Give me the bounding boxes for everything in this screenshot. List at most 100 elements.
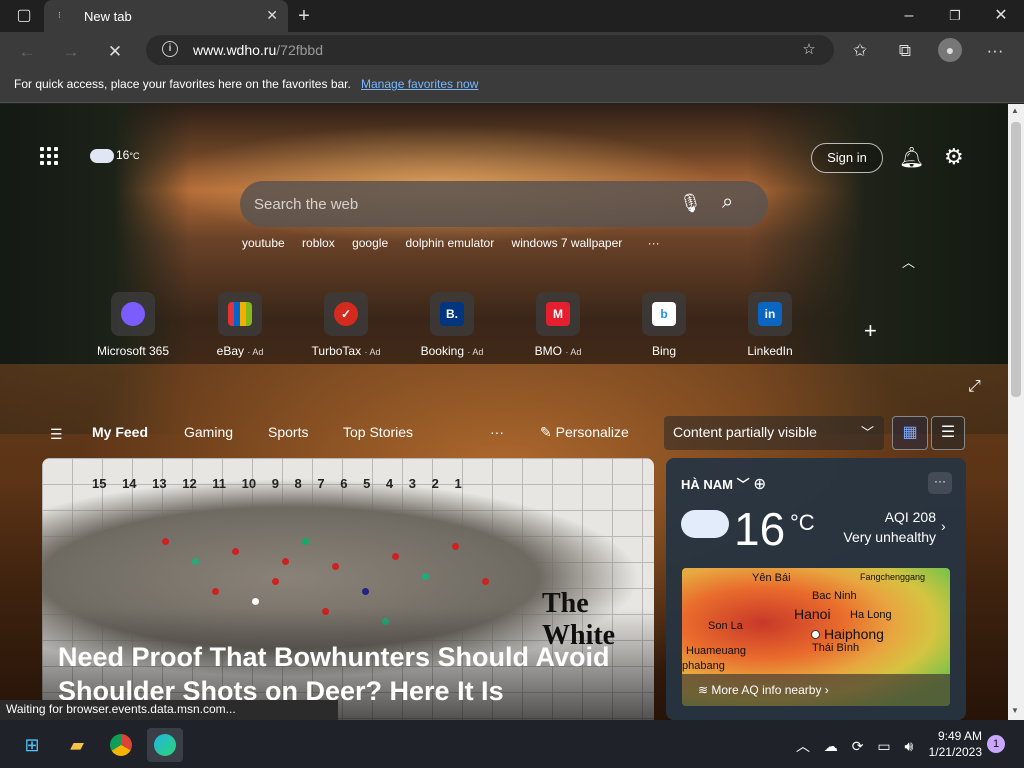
manage-favorites-link[interactable]: Manage favorites now <box>361 77 478 91</box>
forward-icon[interactable]: → <box>60 42 82 62</box>
file-explorer-icon[interactable]: ▰ <box>59 728 95 762</box>
new-tab-page: 16°C Sign in 🔔︎ ⚙ 🎙︎ ⌕ youtube roblox go… <box>0 104 1008 720</box>
minimize-icon[interactable]: – <box>897 6 921 26</box>
personalize-button[interactable]: ✎ Personalize <box>540 424 629 441</box>
aqi-value[interactable]: AQI 208 <box>856 509 936 525</box>
favorites-bar: For quick access, place your favorites h… <box>0 70 1024 103</box>
article-card[interactable]: 15 14 13 12 11 10 9 8 7 6 5 4 3 2 1 The … <box>42 458 654 720</box>
stop-loading-icon[interactable]: ✕ <box>104 42 126 62</box>
url-host: www.wdho.ru <box>193 42 277 58</box>
map-label: Thái Bình <box>812 642 860 654</box>
collections-icon[interactable]: ⧉ <box>894 41 916 61</box>
suggestion-link[interactable]: dolphin emulator <box>405 236 494 250</box>
suggestion-link[interactable]: windows 7 wallpaper <box>512 236 623 250</box>
tab-actions-icon[interactable]: ▢ <box>12 6 36 26</box>
chrome-icon[interactable] <box>103 728 139 762</box>
location-label: HÀ NAM <box>681 477 733 492</box>
tab-new-tab[interactable]: ⁝ New tab ✕ <box>44 0 288 32</box>
weather-more-icon[interactable]: ··· <box>928 472 952 494</box>
content-visibility-dropdown[interactable]: Content partially visible ﹀ <box>664 416 884 450</box>
ad-badge: · Ad <box>247 347 264 357</box>
collapse-caret-icon[interactable]: ︿ <box>902 252 915 271</box>
map-label: Hanoi <box>794 606 831 622</box>
quick-link-bing[interactable]: b Bing <box>614 292 714 358</box>
quick-link-bmo[interactable]: M BMO · Ad <box>508 292 608 358</box>
quick-link-microsoft-365[interactable]: Microsoft 365 <box>83 292 183 358</box>
quick-link-label: BMO <box>534 344 562 358</box>
search-box[interactable]: 🎙︎ ⌕ <box>240 181 768 227</box>
show-hidden-icons[interactable]: ︿ <box>796 738 810 754</box>
map-label: Fangchenggang <box>860 572 926 582</box>
site-info-icon[interactable]: i <box>162 41 178 57</box>
close-window-icon[interactable]: ✕ <box>989 6 1013 26</box>
url-path: /72fbbd <box>276 42 323 58</box>
tab-close-icon[interactable]: ✕ <box>266 7 278 24</box>
notification-badge[interactable]: 1 <box>987 735 1005 753</box>
map-label: phabang <box>682 660 725 672</box>
scroll-up-icon[interactable]: ▲ <box>1011 106 1019 115</box>
back-icon[interactable]: ← <box>16 42 38 62</box>
list-layout-icon[interactable]: ☰ <box>931 416 965 450</box>
onedrive-cloud-icon[interactable]: ☁ <box>824 738 838 754</box>
add-site-icon[interactable]: + <box>864 318 877 344</box>
ad-badge: · Ad <box>467 347 484 357</box>
edge-icon[interactable] <box>147 728 183 762</box>
suggestion-link[interactable]: roblox <box>302 236 335 250</box>
chevron-right-icon[interactable]: › <box>941 518 946 534</box>
weather-widget-mini[interactable]: 16°C <box>90 148 139 163</box>
notifications-bell-icon[interactable]: 🔔︎ <box>899 145 924 170</box>
start-windows-icon[interactable]: ⊞ <box>14 728 50 762</box>
tab-sports[interactable]: Sports <box>268 424 308 440</box>
page-settings-gear-icon[interactable]: ⚙ <box>944 144 964 170</box>
restore-icon[interactable]: ❐ <box>943 6 967 26</box>
aqi-status: Very unhealthy <box>843 529 936 545</box>
favorites-icon[interactable]: ✩ <box>849 41 871 61</box>
quick-link-linkedin[interactable]: in LinkedIn <box>720 292 820 358</box>
add-favorite-icon[interactable]: ☆ <box>798 40 820 58</box>
more-suggestions-icon[interactable]: ··· <box>648 236 660 250</box>
quick-link-ebay[interactable]: eBay · Ad <box>190 292 290 358</box>
scrollbar-thumb[interactable] <box>1011 122 1021 397</box>
settings-menu-icon[interactable]: ··· <box>984 41 1006 61</box>
sign-in-button[interactable]: Sign in <box>811 143 883 173</box>
feed-menu-icon[interactable]: ☰ <box>50 426 63 443</box>
network-icon[interactable]: ▭ <box>877 738 890 754</box>
globe-icon: ⊕ <box>753 477 767 492</box>
search-icon[interactable]: ⌕ <box>722 191 733 214</box>
volume-icon[interactable]: 🔊︎ <box>905 738 914 754</box>
tab-my-feed[interactable]: My Feed <box>92 424 148 440</box>
url-field[interactable]: i www.wdho.ru/72fbbd ☆ <box>146 35 834 65</box>
app-launcher-icon[interactable] <box>40 147 62 169</box>
sync-icon[interactable]: ⟳ <box>852 738 864 754</box>
map-label: Ha Long <box>850 609 892 621</box>
new-tab-icon[interactable]: + <box>292 6 316 26</box>
quick-link-booking[interactable]: B. Booking · Ad <box>402 292 502 358</box>
expand-background-icon[interactable]: ⤢ <box>968 378 981 396</box>
microsoft-365-icon <box>121 302 145 326</box>
more-tabs-icon[interactable]: ··· <box>490 424 504 440</box>
weather-card[interactable]: HÀ NAM ﹀ ⊕ ··· 16 °C AQI 208 Very unheal… <box>666 458 966 720</box>
more-aq-info-link[interactable]: ≋ More AQ info nearby › <box>682 674 950 706</box>
microphone-icon[interactable]: 🎙︎ <box>679 193 702 214</box>
clock[interactable]: 9:49 AM 1/21/2023 <box>926 728 982 760</box>
scroll-down-icon[interactable]: ▼ <box>1011 706 1019 715</box>
aqi-map[interactable]: Yên Bái Bac Ninh Fangchenggang Son La Ha… <box>682 568 950 706</box>
profile-icon[interactable]: ● <box>938 38 962 62</box>
grid-layout-icon[interactable]: ▦ <box>892 416 928 450</box>
address-bar: ← → ✕ i www.wdho.ru/72fbbd ☆ ✩ ⧉ ● ··· <box>0 32 1024 70</box>
windows-taskbar: ⊞ ▰ ︿ ☁ ⟳ ▭ 🔊︎ 9:49 AM 1/21/2023 1 <box>0 720 1024 768</box>
suggestion-link[interactable]: youtube <box>242 236 285 250</box>
tab-title: New tab <box>84 9 132 24</box>
suggestion-link[interactable]: google <box>352 236 388 250</box>
weather-location[interactable]: HÀ NAM ﹀ ⊕ <box>681 474 766 493</box>
quick-link-turbotax[interactable]: ✓ TurboTax · Ad <box>296 292 396 358</box>
feed-navigation: ☰ My Feed Gaming Sports Top Stories ··· … <box>0 416 1008 452</box>
tab-gaming[interactable]: Gaming <box>184 424 233 440</box>
cloud-icon <box>90 148 114 163</box>
page-scrollbar[interactable]: ▲ ▼ <box>1008 104 1024 720</box>
article-title[interactable]: Need Proof That Bowhunters Should Avoid … <box>58 640 648 708</box>
tab-top-stories[interactable]: Top Stories <box>343 424 413 440</box>
bing-icon: b <box>652 302 676 326</box>
search-input[interactable] <box>254 191 654 217</box>
quick-link-label: Microsoft 365 <box>96 344 170 358</box>
